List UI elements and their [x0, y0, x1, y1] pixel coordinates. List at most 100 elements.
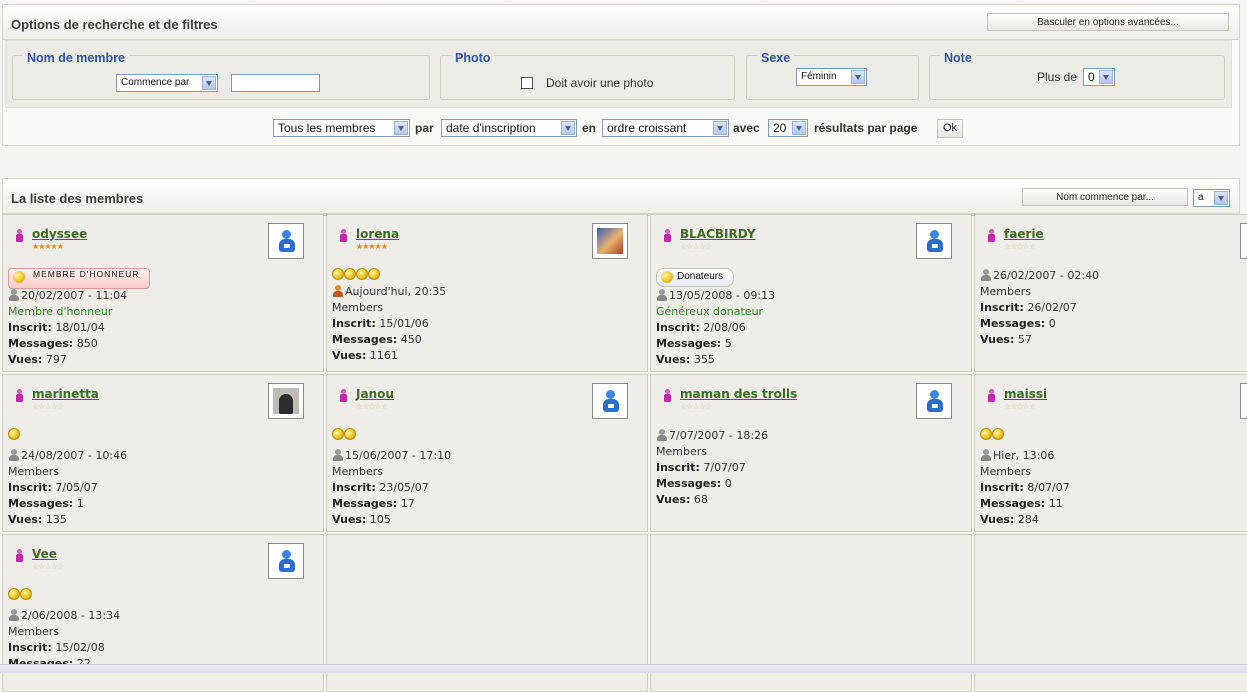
letter-select[interactable]: a [1193, 189, 1230, 207]
name-match-select[interactable]: Commence par [116, 74, 218, 92]
name-match-value: Commence par [121, 77, 190, 88]
rank-coins [980, 428, 1004, 440]
rating-stars-icon: ☆☆☆☆☆ [680, 402, 712, 411]
ok-button[interactable]: Ok [937, 119, 963, 138]
rating-select[interactable]: 0 [1083, 68, 1115, 86]
last-visit-text: Hier, 13:06 [993, 449, 1055, 462]
badge-label: MEMBRE D'HONNEUR [33, 269, 140, 279]
registration-date: Inscrit: 7/07/07 [656, 460, 746, 476]
results-count-select[interactable]: 20 [768, 119, 808, 137]
member-group: Members [8, 465, 59, 478]
rating-stars-icon: ★★★★★ [356, 242, 388, 251]
member-group: Members [8, 625, 59, 638]
registration-date-label: Inscrit: [8, 481, 52, 494]
sex-value: Féminin [801, 71, 837, 82]
view-count-label: Vues: [8, 353, 43, 366]
member-avatar[interactable] [1240, 223, 1247, 259]
member-card: BLACBIRDY ☆☆☆☆☆ Donateurs 13/05/2008 - 09:1… [650, 214, 972, 372]
view-count-value: 355 [693, 353, 715, 366]
sex-legend: Sexe [757, 51, 795, 65]
registration-date-value: 23/05/07 [379, 481, 429, 494]
view-count: Vues: 68 [656, 492, 708, 508]
message-count-label: Messages: [656, 477, 722, 490]
member-card: odyssee ★★★★★ MEMBRE D'HONNEUR 20/02/2007 -… [2, 214, 324, 372]
message-count-label: Messages: [980, 497, 1046, 510]
member-name-link[interactable]: Janou [356, 386, 394, 402]
member-avatar[interactable] [916, 223, 952, 259]
search-options-header: Options de recherche et de filtres Bascu… [3, 5, 1239, 40]
member-name-input[interactable] [231, 74, 320, 92]
heart-icon [13, 271, 25, 283]
member-avatar[interactable] [916, 383, 952, 419]
chevron-down-icon [713, 121, 727, 135]
female-icon [664, 389, 671, 402]
message-count: Messages: 5 [656, 336, 732, 352]
member-avatar[interactable] [592, 223, 628, 259]
message-count: Messages: 0 [656, 476, 732, 492]
message-count-value: 0 [1048, 317, 1056, 330]
female-icon [16, 229, 23, 242]
message-count: Messages: 17 [332, 496, 415, 512]
donor-badge: Donateurs [656, 268, 735, 287]
member-filter-select[interactable]: Tous les membres [273, 119, 410, 137]
view-count-label: Vues: [980, 333, 1015, 346]
member-name-link[interactable]: maman des trolls [680, 386, 797, 402]
member-name-link[interactable]: Vee [32, 546, 57, 562]
letter-value: a [1198, 192, 1204, 203]
sort-field-select[interactable]: date d'inscription [441, 119, 577, 137]
registration-date-value: 8/07/07 [1027, 481, 1070, 494]
last-visit-text: 7/07/2007 - 18:26 [669, 429, 769, 442]
female-icon [340, 389, 347, 402]
registration-date-value: 2/08/06 [703, 321, 746, 334]
last-visit-text: 20/02/2007 - 11:04 [21, 289, 128, 302]
coin-icon [661, 271, 673, 283]
results-count-value: 20 [773, 121, 787, 135]
registration-date-value: 7/07/07 [703, 461, 746, 474]
member-card: faerie ☆☆☆☆☆ 26/02/2007 - 02:40 Members Insc… [974, 214, 1247, 372]
coin-icon [980, 428, 992, 440]
member-name-link[interactable]: odyssee [32, 226, 87, 242]
member-name-link[interactable]: faerie [1004, 226, 1044, 242]
view-count-value: 797 [45, 353, 67, 366]
sex-select[interactable]: Féminin [796, 68, 867, 86]
message-count-value: 0 [724, 477, 732, 490]
default-avatar-tag [284, 244, 290, 248]
member-name-link[interactable]: lorena [356, 226, 399, 242]
sort-order-select[interactable]: ordre croissant [602, 119, 729, 137]
sort-par-label: par [415, 121, 434, 135]
last-visit: 2/06/2008 - 13:34 [8, 608, 120, 624]
member-group: Généreux donateur [656, 305, 764, 318]
view-count-label: Vues: [332, 349, 367, 362]
member-list-panel: La liste des membres Nom commence par...… [2, 178, 1240, 216]
last-visit: 26/02/2007 - 02:40 [980, 268, 1099, 284]
advanced-options-button[interactable]: Basculer en options avancées... [987, 13, 1229, 31]
message-count-label: Messages: [8, 497, 74, 510]
member-card: maman des trolls ☆☆☆☆☆ 7/07/2007 - 18:26 Me… [650, 374, 972, 532]
member-avatar[interactable] [268, 223, 304, 259]
silhouette-avatar-image [273, 388, 299, 414]
member-avatar[interactable] [592, 383, 628, 419]
rating-label: Plus de [1037, 70, 1078, 84]
member-avatar[interactable] [268, 543, 304, 579]
honor-member-badge: MEMBRE D'HONNEUR [8, 268, 151, 289]
member-group: Members [980, 465, 1031, 478]
message-count-value: 17 [400, 497, 415, 510]
member-avatar[interactable] [268, 383, 304, 419]
member-name-link[interactable]: maissi [1004, 386, 1047, 402]
photo-checkbox[interactable] [521, 77, 533, 89]
member-name-link[interactable]: marinetta [32, 386, 99, 402]
registration-date: Inscrit: 7/05/07 [8, 480, 98, 496]
registration-date-label: Inscrit: [980, 481, 1024, 494]
photo-checkbox-label: Doit avoir une photo [546, 76, 654, 90]
view-count-value: 135 [45, 513, 67, 526]
coin-icon [356, 268, 368, 280]
member-card: marinetta ☆☆☆☆☆ 24/08/2007 - 10:46 Members I… [2, 374, 324, 532]
female-icon [340, 229, 347, 242]
coin-icon [368, 268, 380, 280]
member-avatar[interactable] [1240, 383, 1247, 419]
member-name-link[interactable]: BLACBIRDY [680, 226, 756, 242]
name-starts-with-button[interactable]: Nom commence par... [1022, 188, 1188, 206]
rank-coins [332, 268, 380, 280]
registration-date: Inscrit: 18/01/04 [8, 320, 105, 336]
last-visit-text: 24/08/2007 - 10:46 [21, 449, 128, 462]
